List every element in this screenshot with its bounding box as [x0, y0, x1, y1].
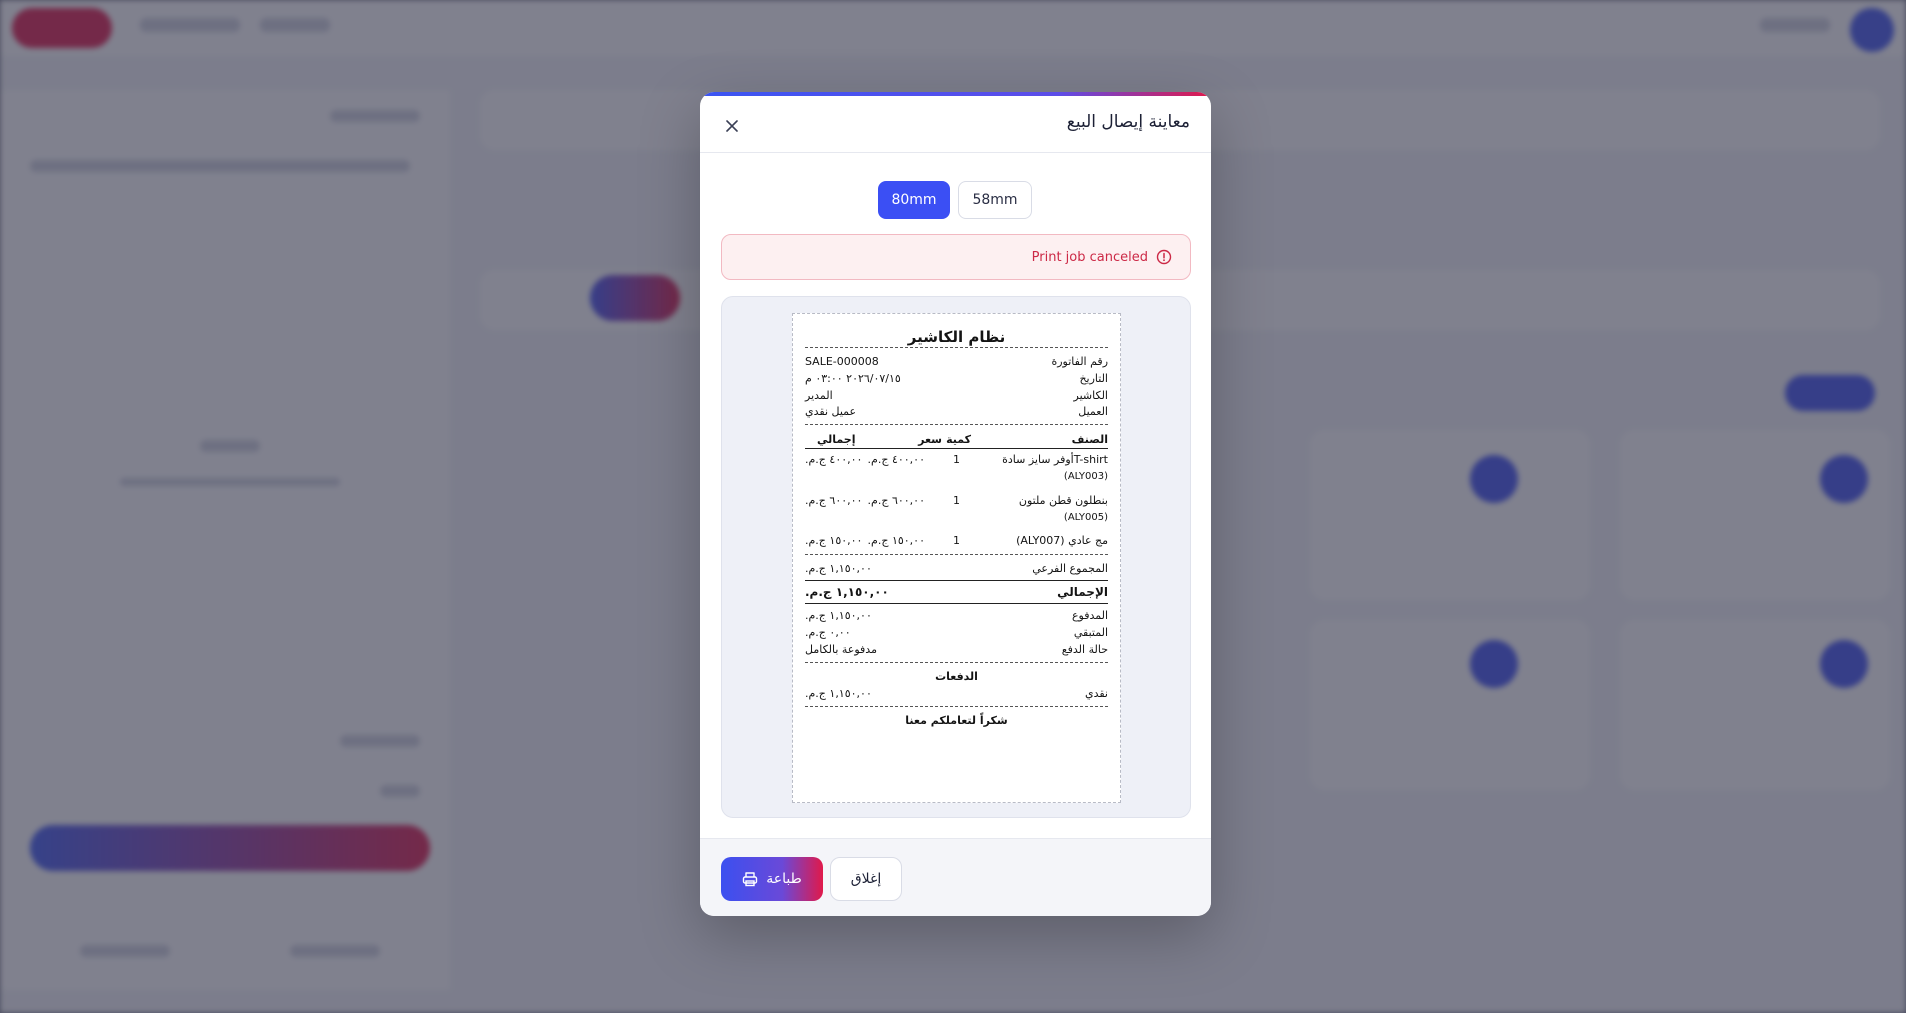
paper-size-toggle: 80mm 58mm: [700, 181, 1211, 219]
receipt-info-value: عميل نقدي: [805, 405, 857, 418]
column-header-qty: كمية: [946, 433, 971, 446]
receipt-divider: [805, 448, 1108, 449]
receipt-store-name: نظام الكاشير: [907, 328, 1006, 346]
modal-footer: طباعة إغلاق: [700, 838, 1211, 916]
remaining-value: ٠,٠٠ ج.م.: [805, 626, 851, 639]
receipt-payment-status-row: حالة الدفع مدفوعة بالكامل: [805, 643, 1108, 659]
receipt-divider: [805, 706, 1108, 707]
item-total: ١٥٠,٠٠ ج.م.: [805, 534, 863, 547]
item-total: ٤٠٠,٠٠ ج.م.: [805, 453, 863, 466]
receipt-divider: [805, 580, 1108, 581]
column-header-total: إجمالي: [817, 433, 856, 446]
alert-circle-icon: [1156, 249, 1172, 265]
subtotal-label: المجموع الفرعي: [1032, 562, 1108, 575]
receipt-info-row: رقم الفاتورة SALE-000008: [805, 355, 1108, 371]
payment-status-value: مدفوعة بالكامل: [805, 643, 877, 656]
receipt-divider: [805, 554, 1108, 555]
close-icon: [726, 120, 738, 132]
receipt-preview-area: نظام الكاشير رقم الفاتورة SALE-000008 ال…: [721, 296, 1191, 818]
paid-value: ١,١٥٠,٠٠ ج.م.: [805, 609, 872, 622]
receipt-info-value: SALE-000008: [805, 355, 879, 368]
item-name: بنطلون قطن ملتون: [1018, 494, 1108, 507]
item-qty: 1: [953, 494, 960, 507]
payments-title: الدفعات: [935, 670, 978, 683]
item-qty: 1: [953, 534, 960, 547]
receipt-info-label: التاريخ: [1079, 372, 1108, 385]
payment-method: نقدي: [1084, 687, 1108, 700]
receipt-divider: [805, 603, 1108, 604]
alert-text: Print job canceled: [1031, 249, 1148, 265]
item-sku: (ALY005): [1063, 512, 1108, 523]
receipt-items-header: الصنف كمية سعر إجمالي: [805, 433, 1108, 449]
receipt-divider: [805, 662, 1108, 663]
modal-header: معاينة إيصال البيع: [700, 96, 1211, 153]
receipt-item-row: بنطلون قطن ملتون (ALY005) 1 ٦٠٠,٠٠ ج.م. …: [805, 494, 1108, 528]
receipt-divider: [805, 347, 1108, 348]
payment-status-label: حالة الدفع: [1061, 643, 1108, 656]
paper-size-58mm-button[interactable]: 58mm: [958, 181, 1032, 219]
receipt-divider: [805, 424, 1108, 425]
item-total: ٦٠٠,٠٠ ج.م.: [805, 494, 863, 507]
column-header-item: الصنف: [1071, 433, 1108, 446]
item-sku: (ALY003): [1063, 471, 1108, 482]
receipt-payment-row: نقدي ١,١٥٠,٠٠ ج.م.: [805, 687, 1108, 703]
close-modal-button[interactable]: إغلاق: [830, 857, 902, 901]
receipt-info-row: العميل عميل نقدي: [805, 405, 1108, 421]
item-price: ٦٠٠,٠٠ ج.م.: [867, 494, 925, 507]
total-value: ١,١٥٠,٠٠ ج.م.: [805, 585, 889, 599]
receipt-thanks: شكراً لتعاملكم معنا: [905, 714, 1008, 727]
receipt-info-row: التاريخ ٢٠٢٦/٠٧/١٥ ٠٣:٠٠ م: [805, 372, 1108, 388]
print-error-alert: Print job canceled: [721, 234, 1191, 280]
receipt-item-row: مج عادي (ALY007) 1 ١٥٠,٠٠ ج.م. ١٥٠,٠٠ ج.…: [805, 534, 1108, 550]
receipt-info-label: الكاشير: [1073, 389, 1108, 402]
paid-label: المدفوع: [1071, 609, 1108, 622]
receipt-paid-row: المدفوع ١,١٥٠,٠٠ ج.م.: [805, 609, 1108, 625]
column-header-price: سعر: [918, 433, 942, 446]
printer-icon: [743, 872, 758, 887]
receipt-total-row: الإجمالي ١,١٥٠,٠٠ ج.م.: [805, 585, 1108, 601]
item-name: T-shirtأوفر سايز سادة: [1002, 453, 1108, 466]
close-button[interactable]: [722, 116, 742, 136]
total-label: الإجمالي: [1057, 585, 1108, 599]
item-price: ٤٠٠,٠٠ ج.م.: [867, 453, 925, 466]
item-qty: 1: [953, 453, 960, 466]
receipt-preview-modal: معاينة إيصال البيع 80mm 58mm Print job c…: [700, 92, 1211, 916]
receipt: نظام الكاشير رقم الفاتورة SALE-000008 ال…: [792, 313, 1121, 803]
receipt-info-row: الكاشير المدير: [805, 389, 1108, 405]
print-button[interactable]: طباعة: [721, 857, 823, 901]
receipt-info-value: ٢٠٢٦/٠٧/١٥ ٠٣:٠٠ م: [805, 372, 901, 385]
receipt-info-value: المدير: [805, 389, 833, 402]
receipt-info-label: العميل: [1078, 405, 1108, 418]
receipt-remaining-row: المتبقي ٠,٠٠ ج.م.: [805, 626, 1108, 642]
print-button-label: طباعة: [766, 871, 802, 887]
modal-title: معاينة إيصال البيع: [1066, 112, 1190, 132]
receipt-info-label: رقم الفاتورة: [1051, 355, 1108, 368]
receipt-item-row: T-shirtأوفر سايز سادة (ALY003) 1 ٤٠٠,٠٠ …: [805, 453, 1108, 487]
item-name: مج عادي (ALY007): [1016, 534, 1108, 547]
subtotal-value: ١,١٥٠,٠٠ ج.م.: [805, 562, 872, 575]
remaining-label: المتبقي: [1073, 626, 1108, 639]
payment-amount: ١,١٥٠,٠٠ ج.م.: [805, 687, 872, 700]
receipt-subtotal-row: المجموع الفرعي ١,١٥٠,٠٠ ج.م.: [805, 562, 1108, 578]
paper-size-80mm-button[interactable]: 80mm: [878, 181, 950, 219]
item-price: ١٥٠,٠٠ ج.م.: [867, 534, 925, 547]
